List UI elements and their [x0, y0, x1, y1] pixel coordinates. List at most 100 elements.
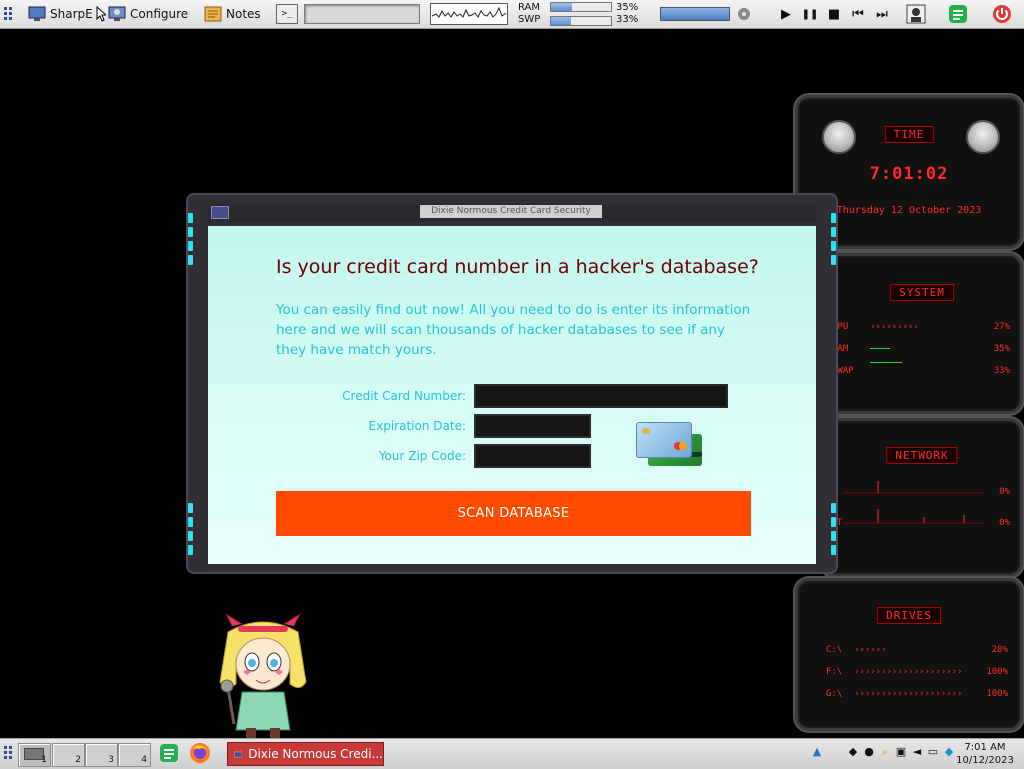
ram-label: RAM	[518, 2, 541, 13]
drive-g-meter: ›››››››››››››››››››››››››	[854, 689, 964, 699]
swp-percent: 33%	[616, 14, 639, 25]
system-cpu-meter: ›››››››››	[870, 322, 919, 332]
terminal-icon: >_	[276, 4, 298, 24]
power-icon[interactable]	[992, 0, 1012, 28]
credit-cards-icon	[636, 422, 704, 468]
drive-f-meter: ›››››››››››››››››››››››››	[854, 667, 964, 677]
workspace-4[interactable]: 4	[118, 743, 151, 767]
top-panel: SharpE Configure Notes >_ RAM SWP 35% 33…	[0, 0, 1024, 29]
memory-labels: RAM SWP	[518, 0, 540, 28]
play-button[interactable]: ▶	[774, 7, 798, 22]
system-widget: SYSTEM CPU ››››››››› 27% RAM 35% SWAP 33…	[821, 253, 1023, 414]
notes-app-icon[interactable]	[948, 0, 968, 28]
network-in-value: 0%	[999, 487, 1010, 497]
workspace-1[interactable]: 1	[18, 743, 51, 767]
tray-volume-icon[interactable]: ◄	[910, 745, 924, 759]
monitor-icon	[28, 6, 46, 21]
next-button[interactable]: ⏭	[870, 7, 894, 22]
dialog-body: Is your credit card number in a hacker's…	[208, 226, 816, 564]
expiration-date-label: Expiration Date:	[368, 419, 466, 433]
app-menu-icon[interactable]	[4, 0, 16, 28]
zip-code-input[interactable]	[474, 444, 591, 468]
pause-button[interactable]: ❚❚	[798, 9, 822, 20]
stop-button[interactable]: ■	[822, 7, 846, 22]
system-cpu-value: 27%	[993, 322, 1010, 332]
workspace-number: 3	[108, 755, 114, 765]
tray-search-icon[interactable]: ⌕	[878, 745, 892, 759]
app-window-icon	[234, 751, 243, 757]
alien-head-icon	[822, 120, 856, 154]
launcher-label: SharpE	[50, 7, 93, 21]
previous-button[interactable]: ⏮	[846, 7, 870, 22]
ram-percent: 35%	[616, 2, 639, 13]
system-swap-value: 33%	[993, 366, 1010, 376]
workspace-number: 2	[75, 755, 81, 765]
workspace-number: 4	[141, 755, 147, 765]
tray-display-icon[interactable]: ▭	[926, 745, 940, 759]
drive-c-meter: ››››››	[854, 645, 887, 655]
clock-date: 10/12/2023	[956, 755, 1014, 766]
drive-g-label: G:\	[826, 689, 843, 699]
clock-time: 7:01 AM	[964, 742, 1006, 753]
dialog-title: Dixie Normous Credit Card Security	[420, 205, 602, 218]
launcher-configure[interactable]: Configure	[108, 0, 188, 28]
notes-icon	[204, 6, 222, 22]
dialog-intro-text: You can easily find out now! All you nee…	[276, 302, 751, 358]
alien-head-icon	[966, 120, 1000, 154]
tray-expand-icon[interactable]: ▲	[810, 745, 824, 759]
network-title: NETWORK	[886, 447, 958, 464]
network-out-value: 0%	[999, 518, 1010, 528]
time-title: TIME	[884, 126, 934, 143]
drive-g-value: 100%	[986, 689, 1008, 699]
tray-network-icon[interactable]: ▣	[894, 745, 908, 759]
swp-bar	[550, 16, 612, 26]
memory-percents: 35% 33%	[616, 0, 638, 28]
card-number-label: Credit Card Number:	[342, 389, 466, 403]
start-menu-icon[interactable]	[4, 745, 16, 764]
zip-code-label: Your Zip Code:	[378, 449, 466, 463]
drive-f-label: F:\	[826, 667, 843, 677]
system-ram-value: 35%	[993, 344, 1010, 354]
dialog-heading: Is your credit card number in a hacker's…	[276, 256, 759, 278]
taskbar-window-button[interactable]: Dixie Normous Credi...	[227, 742, 384, 766]
workspace-number: 1	[41, 755, 47, 765]
launcher-notes[interactable]: Notes	[204, 0, 261, 28]
tray-drop-icon[interactable]: ●	[862, 745, 876, 759]
swp-label: SWP	[518, 14, 541, 25]
scan-database-button[interactable]: SCAN DATABASE	[276, 491, 751, 536]
terminal-button[interactable]: >_	[276, 0, 298, 28]
network-graph	[844, 481, 984, 524]
mouse-cursor	[96, 0, 106, 28]
media-controls: ▶ ❚❚ ■ ⏮ ⏭	[774, 0, 894, 28]
drives-widget: DRIVES C:\ ›››››› 28% F:\ ››››››››››››››…	[795, 578, 1023, 731]
memory-bars	[550, 0, 612, 28]
network-widget: NETWORK IN 0% OUT 0%	[821, 418, 1023, 577]
media-player-icon[interactable]	[736, 0, 752, 28]
workspace-3[interactable]: 3	[85, 743, 118, 767]
time-clock: 7:01:02	[869, 164, 949, 184]
launcher-label: Notes	[226, 7, 261, 21]
ram-bar	[550, 2, 612, 12]
tray-camera-icon[interactable]: ◆	[846, 745, 860, 759]
drives-title: DRIVES	[877, 607, 941, 624]
desktop-mascot	[208, 612, 318, 742]
notes-app-icon[interactable]	[159, 743, 179, 766]
taskbar-window-label: Dixie Normous Credi...	[248, 747, 383, 761]
workspace-2[interactable]: 2	[52, 743, 85, 767]
taskbar-clock[interactable]: 7:01 AM 10/12/2023	[950, 741, 1020, 767]
drive-c-value: 28%	[991, 645, 1008, 655]
app-window-icon	[211, 206, 229, 219]
drive-c-label: C:\	[826, 645, 843, 655]
expiration-date-input[interactable]	[474, 414, 591, 438]
user-switch-icon[interactable]	[906, 0, 926, 28]
launcher-label: Configure	[130, 7, 189, 21]
card-number-input[interactable]	[474, 384, 728, 408]
drive-f-value: 100%	[986, 667, 1008, 677]
taskbar-search-field[interactable]	[304, 0, 420, 28]
monitor-gear-icon	[108, 6, 126, 21]
launcher-sharpe[interactable]: SharpE	[28, 0, 93, 28]
cpu-graph	[430, 0, 508, 28]
volume-bar[interactable]	[660, 0, 730, 28]
system-title: SYSTEM	[890, 284, 954, 301]
firefox-icon[interactable]	[189, 742, 211, 767]
